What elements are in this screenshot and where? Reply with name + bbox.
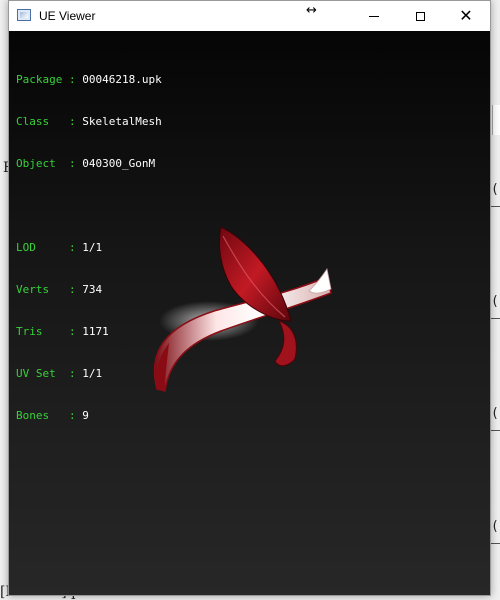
background-divider — [490, 543, 500, 544]
mesh-tail — [274, 320, 297, 367]
background-divider — [490, 318, 500, 319]
skeletal-mesh-render[interactable] — [9, 31, 490, 595]
background-panel-tab — [492, 105, 500, 135]
resize-cursor-icon: ↔ — [306, 3, 317, 18]
app-window-icon — [17, 9, 31, 21]
minimize-icon — [369, 15, 379, 17]
maximize-button[interactable] — [397, 1, 443, 31]
3d-viewport[interactable]: Package : 00046218.upk Class : SkeletalM… — [9, 31, 490, 595]
background-console-text: ( — [491, 406, 499, 421]
close-button[interactable]: ✕ — [443, 1, 489, 31]
maximize-icon — [415, 11, 425, 21]
close-icon: ✕ — [459, 6, 473, 25]
background-console-text: ( — [491, 519, 499, 534]
background-divider — [490, 206, 500, 207]
background-console-text: ( — [491, 182, 499, 197]
window-title: UE Viewer — [39, 9, 96, 23]
ue-viewer-window[interactable]: UE Viewer ↔ ✕ Package : 00046218.upk Cla… — [8, 0, 491, 596]
minimize-button[interactable] — [351, 1, 397, 31]
background-divider — [490, 430, 500, 431]
background-console-text: ( — [491, 294, 499, 309]
title-bar[interactable]: UE Viewer ↔ ✕ — [9, 1, 490, 31]
mesh-tip-highlight — [308, 267, 332, 294]
